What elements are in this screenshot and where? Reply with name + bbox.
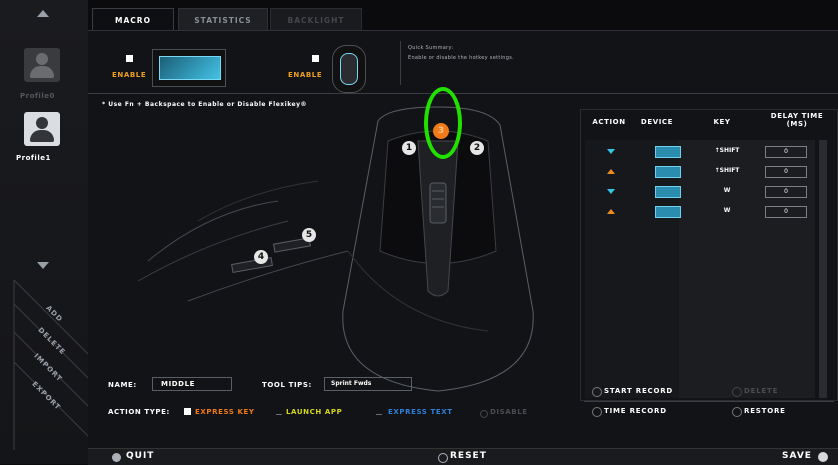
tab-statistics[interactable]: STATISTICS (178, 8, 268, 31)
row-key: ↑SHIFT (714, 167, 740, 174)
macro-table: ACTION DEVICE KEY DELAY TIME (MS) ↑SHIFT… (580, 109, 838, 401)
mouse-device-icon[interactable] (332, 45, 366, 93)
action-type-label: ACTION TYPE: (108, 408, 170, 416)
time-record-button[interactable]: TIME RECORD (604, 407, 667, 415)
key-up-icon (607, 209, 615, 214)
keyboard-device-icon[interactable] (152, 49, 226, 87)
mouse-button-1-marker[interactable]: 1 (402, 141, 416, 155)
express-key-radio[interactable] (184, 408, 191, 415)
profile-active-label: Profile1 (16, 154, 51, 162)
enable-mouse-checkbox[interactable] (312, 55, 319, 62)
row-delay-input[interactable]: 0 (765, 166, 807, 178)
table-row[interactable]: W 0 (585, 204, 815, 220)
profile-active-icon[interactable] (24, 112, 60, 146)
col-device-header: DEVICE (640, 118, 674, 126)
mouse-diagram (137, 106, 534, 392)
mouse-button-4-marker[interactable]: 4 (254, 250, 268, 264)
enable-keyboard-checkbox[interactable] (126, 55, 133, 62)
name-input[interactable]: MIDDLE (152, 377, 232, 391)
restore-icon (732, 407, 742, 417)
delete-button[interactable]: DELETE (744, 387, 778, 395)
row-key: W (723, 207, 731, 214)
delete-icon (732, 387, 742, 397)
mouse-button-5-marker[interactable]: 5 (302, 228, 316, 242)
reset-icon (438, 453, 448, 463)
quit-icon (112, 453, 121, 462)
summary-divider (400, 41, 401, 85)
table-row[interactable]: W 0 (585, 184, 815, 200)
key-down-icon (607, 149, 615, 154)
restore-button[interactable]: RESTORE (744, 407, 786, 415)
save-icon (818, 452, 828, 462)
col-delay-header: DELAY TIME (MS) (770, 112, 824, 128)
express-key-option[interactable]: EXPRESS KEY (195, 408, 255, 416)
start-record-icon (592, 387, 602, 397)
profile-sidebar: Profile0 Profile1 ADD DELETE IMPORT EXPO… (0, 0, 88, 464)
quick-summary-title: Quick Summary: (408, 45, 454, 51)
highlight-circle (424, 87, 462, 159)
col-action-header: ACTION (592, 118, 626, 126)
tab-macro[interactable]: MACRO (92, 8, 174, 31)
macro-panel: ENABLE ENABLE Quick Summary: Enable or d… (88, 30, 838, 451)
table-row[interactable]: ↑SHIFT 0 (585, 144, 815, 160)
keyboard-chip-icon (655, 186, 681, 198)
keyboard-chip-icon (655, 146, 681, 158)
tooltips-label: TOOL TIPS: (262, 381, 312, 389)
table-row[interactable]: ↑SHIFT 0 (585, 164, 815, 180)
keyboard-chip-icon (655, 166, 681, 178)
start-record-button[interactable]: START RECORD (604, 387, 673, 395)
profile-disabled-icon[interactable] (24, 48, 60, 82)
express-text-option[interactable]: EXPRESS TEXT (388, 408, 453, 416)
key-down-icon (607, 189, 615, 194)
quit-button[interactable]: QUIT (126, 451, 154, 461)
row-delay-input[interactable]: 0 (765, 186, 807, 198)
disable-option[interactable]: DISABLE (490, 408, 528, 416)
scroll-down-icon[interactable] (37, 262, 49, 269)
row-key: W (723, 187, 731, 194)
row-delay-input[interactable]: 0 (765, 206, 807, 218)
quick-summary-text: Enable or disable the hotkey settings. (408, 55, 515, 61)
keyboard-chip-icon (655, 206, 681, 218)
time-record-icon (592, 407, 602, 417)
row-delay-input[interactable]: 0 (765, 146, 807, 158)
reset-button[interactable]: RESET (450, 451, 487, 461)
enable-mouse-label: ENABLE (288, 71, 323, 79)
launch-app-option[interactable]: LAUNCH APP (286, 408, 342, 416)
table-scrollbar[interactable] (819, 140, 827, 398)
top-divider (88, 93, 838, 94)
key-up-icon (607, 169, 615, 174)
mouse-button-2-marker[interactable]: 2 (470, 141, 484, 155)
tooltips-input[interactable]: Sprint Fwds (324, 377, 412, 391)
col-key-header: KEY (713, 118, 731, 126)
tab-backlight[interactable]: BACKLIGHT (270, 8, 362, 31)
name-label: NAME: (108, 381, 137, 389)
enable-keyboard-label: ENABLE (112, 71, 147, 79)
row-key: ↑SHIFT (714, 147, 740, 154)
profile-disabled-label: Profile0 (20, 92, 55, 100)
scroll-up-icon[interactable] (37, 10, 49, 17)
save-button[interactable]: SAVE (782, 451, 812, 461)
